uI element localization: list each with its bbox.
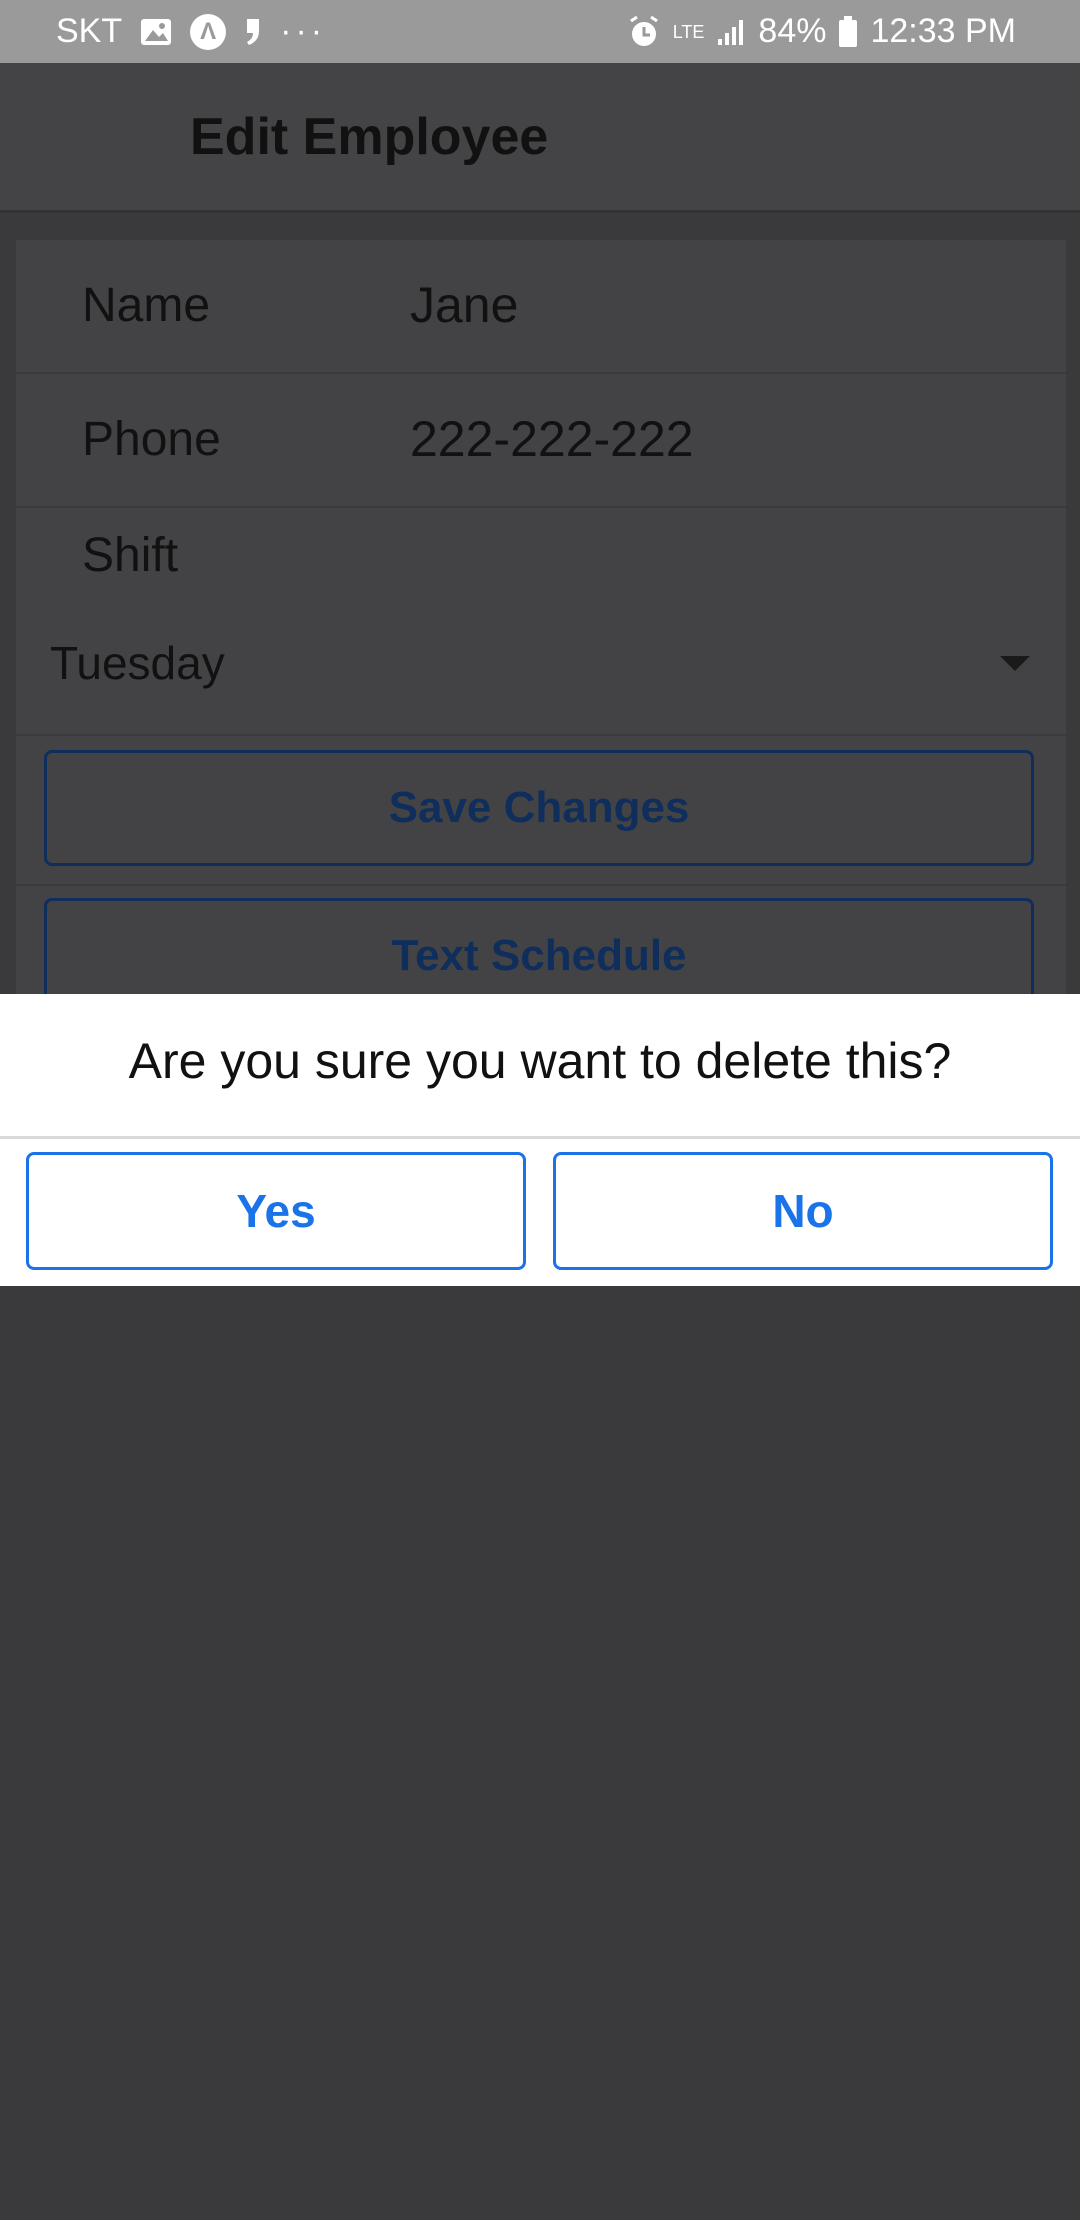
image-icon [140,18,172,46]
shift-selected-value: Tuesday [50,637,225,689]
page-title: Edit Employee [190,108,549,166]
battery-icon [838,15,858,48]
status-bar: SKT Λ ··· LTE 84% 12:33 PM [0,0,1080,63]
shift-row: Shift [16,508,1066,736]
more-dots-icon: ··· [280,12,327,50]
status-bar-left: SKT Λ ··· [56,0,326,63]
phone-row: Phone 222-222-222 [16,374,1066,508]
phone-field[interactable]: 222-222-222 [410,410,694,468]
carrier-label: SKT [56,12,123,50]
name-row: Name Jane [16,240,1066,374]
shift-dropdown[interactable]: Tuesday [50,636,1030,696]
app-a-icon: Λ [190,13,227,50]
signal-icon [716,17,746,47]
save-row: Save Changes [16,736,1066,886]
confirm-delete-dialog: Are you sure you want to delete this? Ye… [0,994,1080,1286]
name-field[interactable]: Jane [410,276,518,334]
phone-label: Phone [82,413,221,466]
dialog-divider [0,1136,1080,1139]
quote-icon [244,17,262,47]
alarm-icon [627,15,661,49]
status-bar-right: LTE 84% 12:33 PM [627,0,1016,63]
app-bar: Edit Employee [0,63,1080,213]
save-changes-button[interactable]: Save Changes [44,750,1034,866]
battery-percent: 84% [758,12,827,50]
chevron-down-icon [1000,656,1030,671]
network-type: LTE [672,21,705,42]
text-schedule-row: Text Schedule [16,886,1066,1014]
employee-form: Name Jane Phone 222-222-222 Shift Tuesda… [14,238,1068,1014]
clock: 12:33 PM [870,12,1016,50]
shift-label: Shift [82,529,179,582]
yes-button[interactable]: Yes [26,1152,526,1270]
no-button[interactable]: No [553,1152,1053,1270]
dialog-message: Are you sure you want to delete this? [128,1033,952,1089]
name-label: Name [82,279,211,332]
